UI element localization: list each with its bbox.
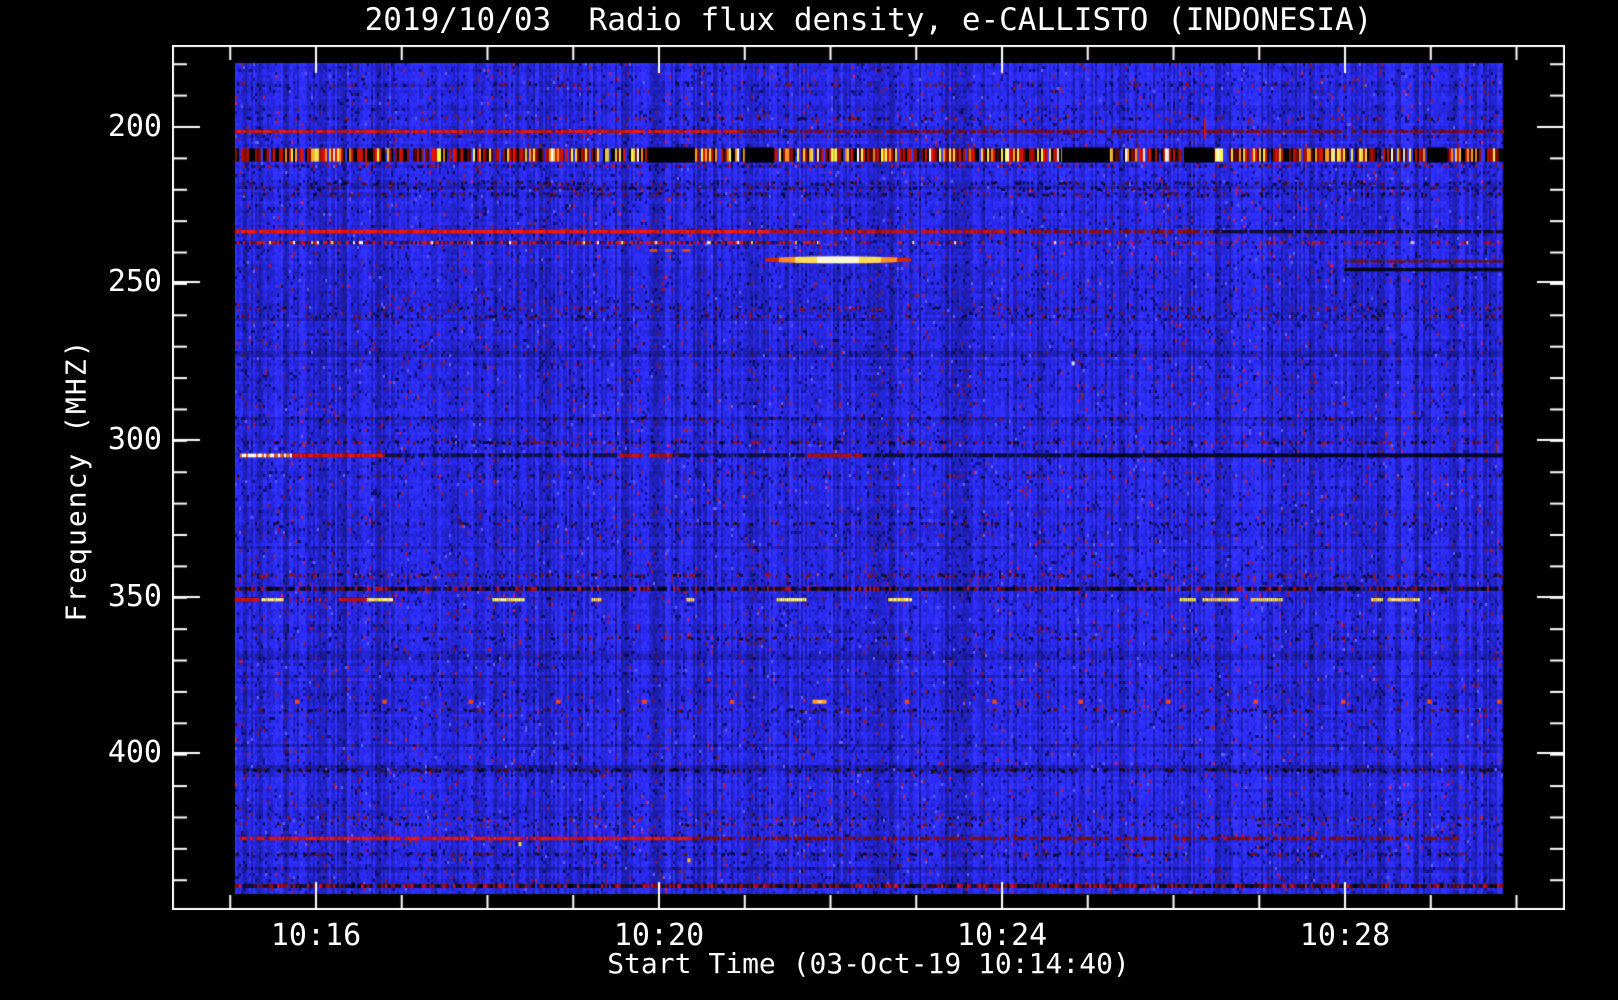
y-axis-tick-label: 400	[107, 735, 162, 770]
spectrogram-canvas	[172, 45, 1565, 910]
y-axis-title: Frequency (MHZ)	[59, 338, 93, 622]
y-axis-tick-label: 200	[107, 109, 162, 144]
y-axis-tick-label: 250	[107, 264, 162, 299]
y-axis-tick-label: 300	[107, 421, 162, 457]
x-axis-title: Start Time (03-Oct-19 10:14:40)	[607, 947, 1130, 980]
chart-title: 2019/10/03 Radio flux density, e-CALLIST…	[364, 2, 1373, 38]
spectrogram-screen: 2019/10/03 Radio flux density, e-CALLIST…	[0, 0, 1618, 1000]
y-axis-tick-label: 350	[107, 579, 162, 615]
